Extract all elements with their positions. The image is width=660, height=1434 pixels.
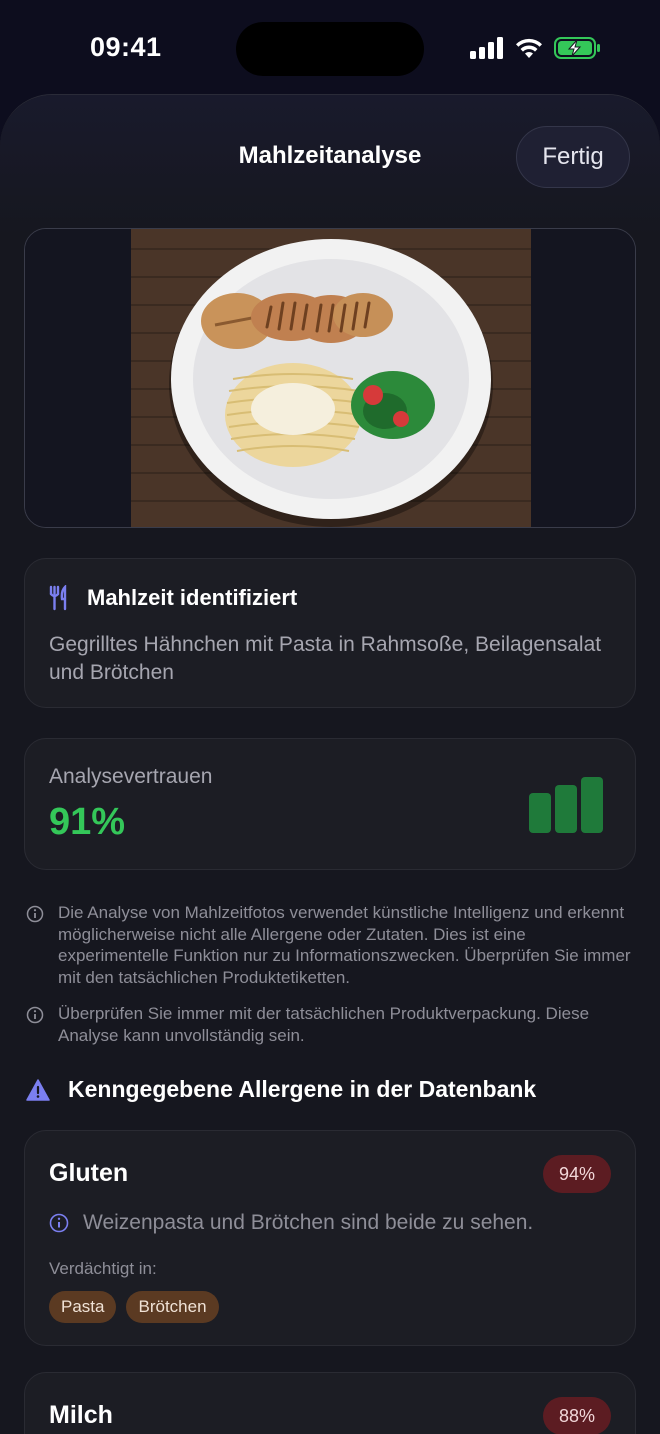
disclaimer-text: Die Analyse von Mahlzeitfotos verwendet … xyxy=(58,903,631,987)
meal-description: Gegrilltes Hähnchen mit Pasta in Rahmsoß… xyxy=(49,633,602,684)
allergen-card-gluten[interactable]: Gluten 94% Weizenpasta und Brötchen sind… xyxy=(24,1130,636,1346)
dynamic-island xyxy=(236,22,424,76)
status-time: 09:41 xyxy=(90,32,162,62)
disclaimer-packaging: Überprüfen Sie immer mit der tatsächlich… xyxy=(26,1003,636,1046)
allergens-section-title: Kenngegebene Allergene in der Datenbank xyxy=(68,1076,537,1102)
suspected-in-label: Verdächtigt in: xyxy=(49,1259,157,1278)
allergen-name: Gluten xyxy=(49,1159,129,1187)
confidence-badge: 94% xyxy=(542,1155,611,1193)
warning-triangle-icon xyxy=(26,1078,50,1101)
status-icons xyxy=(470,36,602,60)
meal-photo-illustration xyxy=(25,229,635,527)
confidence-value: 91% xyxy=(49,801,126,843)
suspected-items: Pasta Brötchen xyxy=(49,1291,219,1323)
allergens-section-header: Kenngegebene Allergene in der Datenbank xyxy=(26,1076,536,1103)
info-icon xyxy=(49,1213,69,1233)
allergen-name: Milch xyxy=(49,1401,113,1429)
meal-title: Mahlzeit identifiziert xyxy=(87,585,298,610)
confidence-label: Analysevertrauen xyxy=(49,765,213,788)
fork-knife-icon xyxy=(49,585,67,611)
disclaimer-text: Überprüfen Sie immer mit der tatsächlich… xyxy=(58,1004,590,1045)
wifi-icon xyxy=(516,38,542,58)
info-icon xyxy=(26,905,44,923)
ingredient-chip: Pasta xyxy=(49,1291,117,1323)
confidence-card: Analysevertrauen 91% xyxy=(24,738,636,870)
disclaimer-ai: Die Analyse von Mahlzeitfotos verwendet … xyxy=(26,902,636,988)
signal-strength-icon xyxy=(529,777,603,833)
ingredient-chip: Brötchen xyxy=(126,1291,219,1323)
meal-header: Mahlzeit identifiziert xyxy=(49,585,297,611)
meal-identified-card: Mahlzeit identifiziert Gegrilltes Hähnch… xyxy=(24,558,636,708)
meal-photo xyxy=(24,228,636,528)
allergen-reason-text: Weizenpasta und Brötchen sind beide zu s… xyxy=(83,1211,534,1234)
allergen-card-milk[interactable]: Milch 88% xyxy=(24,1372,636,1434)
allergen-reason: Weizenpasta und Brötchen sind beide zu s… xyxy=(49,1211,533,1235)
cellular-signal-icon xyxy=(470,37,503,59)
confidence-badge: 88% xyxy=(542,1397,611,1434)
battery-charging-icon xyxy=(554,37,600,59)
info-icon xyxy=(26,1006,44,1024)
status-bar: 09:41 xyxy=(0,0,660,96)
done-button[interactable]: Fertig xyxy=(516,126,630,188)
